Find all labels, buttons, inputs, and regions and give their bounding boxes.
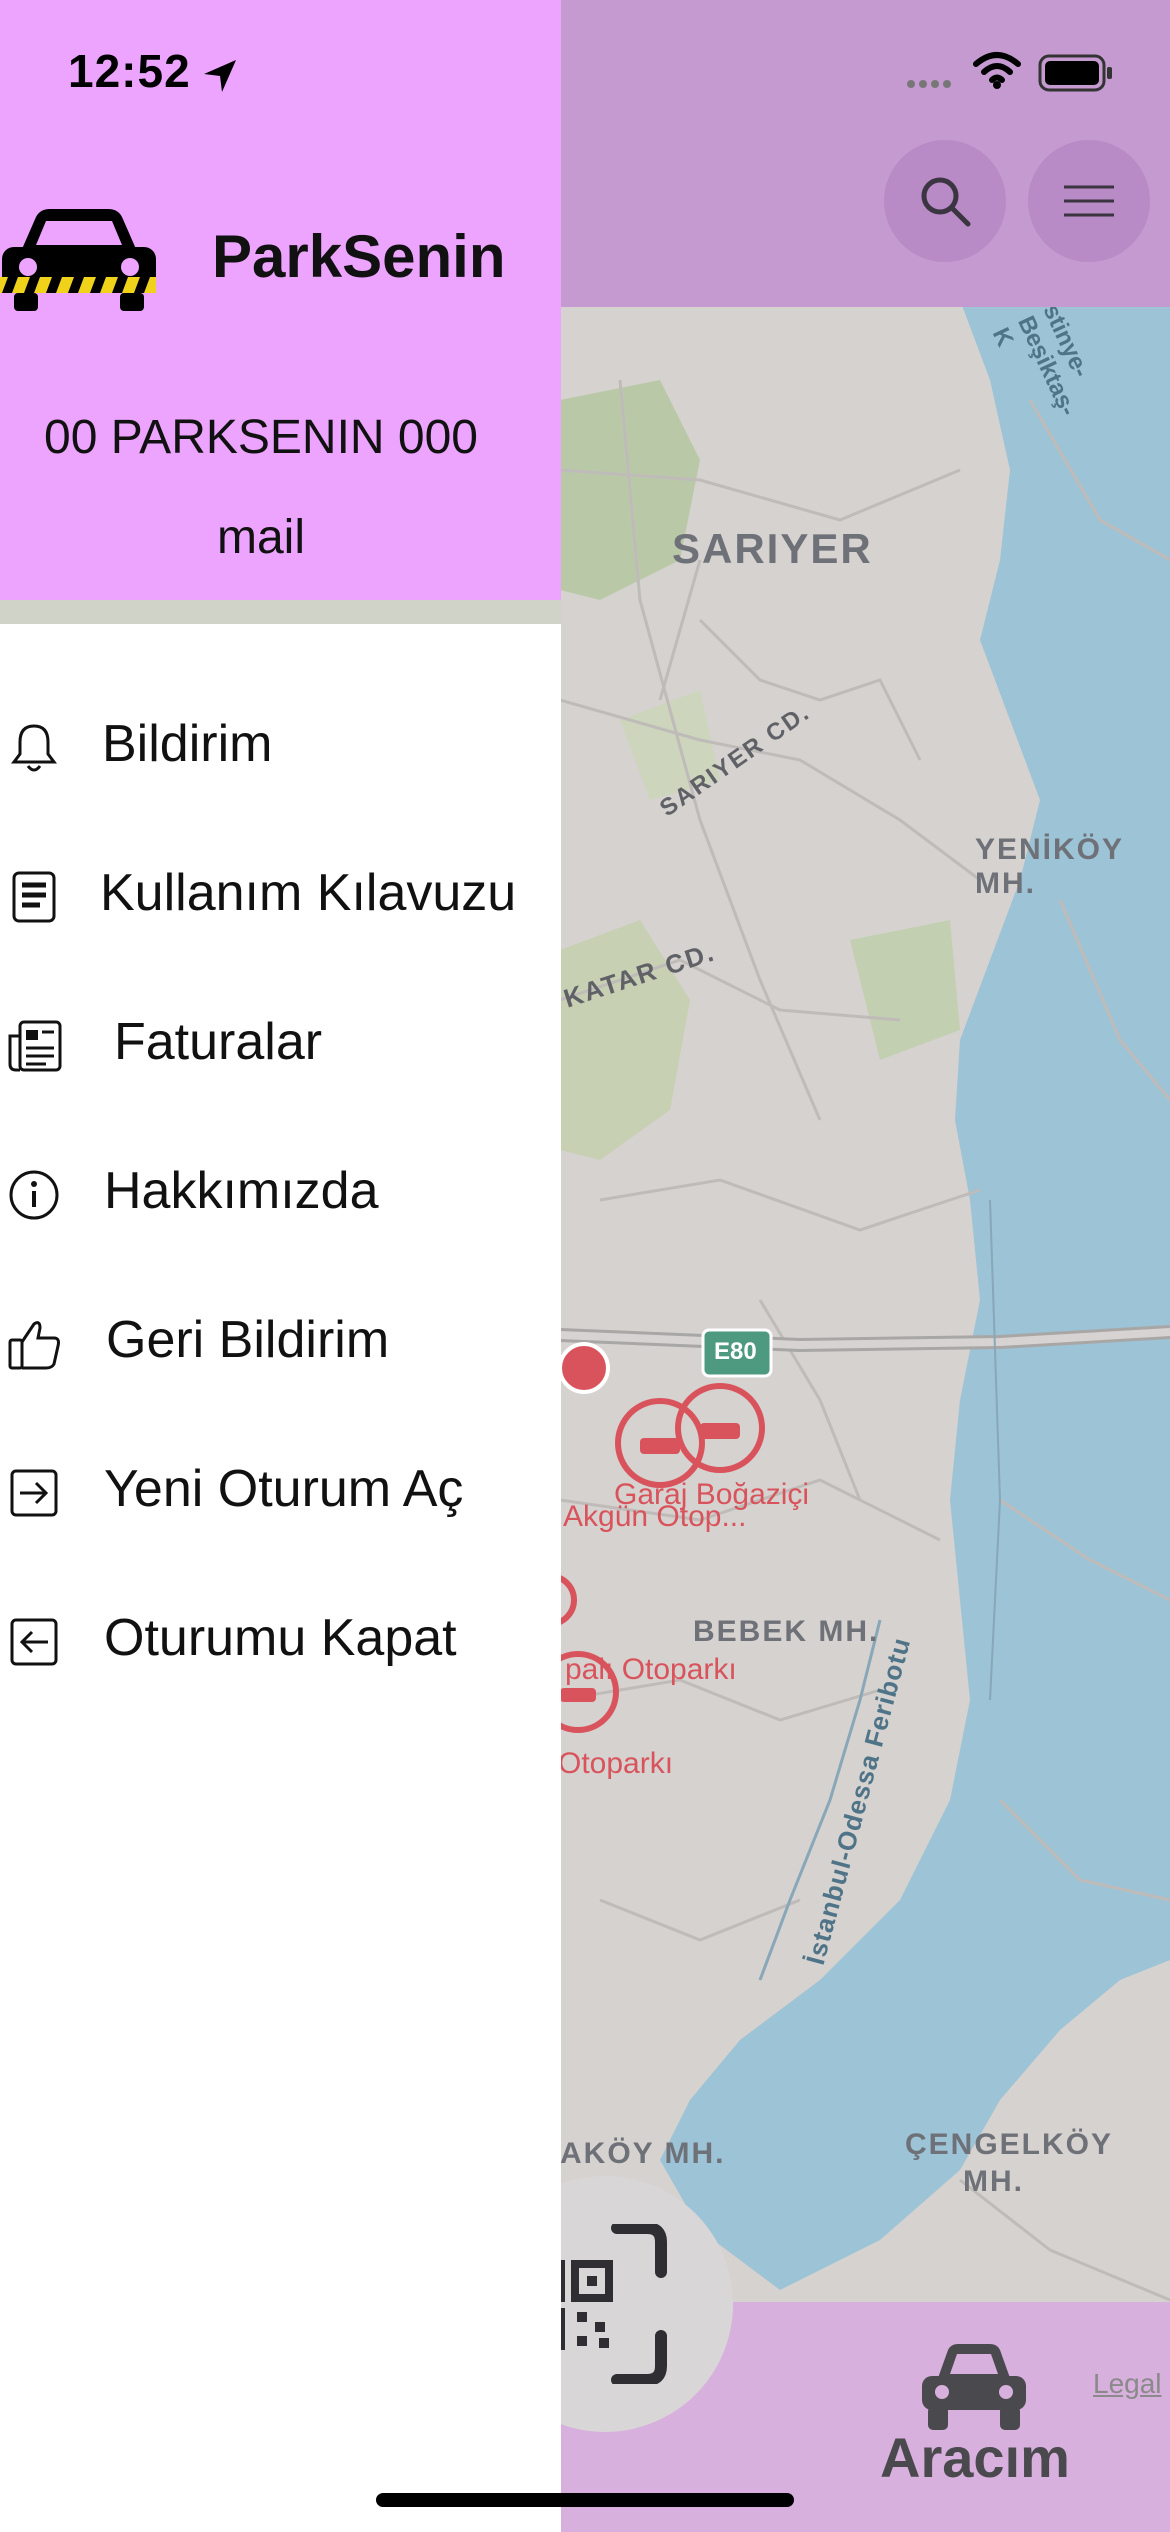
home-indicator xyxy=(376,2493,794,2507)
app-title: ParkSenin xyxy=(212,223,506,290)
cellular-signal-icon xyxy=(907,80,951,88)
user-name: 00 PARKSENIN 000 xyxy=(44,411,478,464)
location-marker[interactable] xyxy=(558,1342,610,1394)
legal-link[interactable]: Legal xyxy=(1093,2368,1162,2400)
menu-label: Oturumu Kapat xyxy=(104,1609,457,1667)
menu-label: Geri Bildirim xyxy=(106,1311,390,1369)
document-icon xyxy=(12,871,56,923)
e80-label: E80 xyxy=(714,1338,757,1365)
map-label: ÇENGELKÖY xyxy=(905,2128,1114,2161)
menu-label: Kullanım Kılavuzu xyxy=(100,864,517,922)
menu-label: Faturalar xyxy=(114,1013,323,1071)
menu-item-notifications[interactable]: Bildirim xyxy=(0,690,561,800)
map-label: SARIYER xyxy=(672,525,873,572)
menu-label: Bildirim xyxy=(102,715,273,773)
parking-label: Akgün Otop... xyxy=(563,1500,747,1533)
menu-item-login[interactable]: Yeni Oturum Aç xyxy=(0,1435,561,1545)
menu-label: Yeni Oturum Aç xyxy=(104,1460,464,1518)
drawer-header: 12:52 ParkSenin 00 PARKSENIN 000 mail xyxy=(0,0,561,600)
menu-item-logout[interactable]: Oturumu Kapat xyxy=(0,1584,561,1694)
location-arrow-icon xyxy=(204,60,236,92)
bell-icon xyxy=(11,724,57,772)
menu-item-about[interactable]: Hakkımızda xyxy=(0,1137,561,1247)
invoice-icon xyxy=(8,1020,62,1072)
login-icon xyxy=(10,1469,58,1517)
header-divider xyxy=(0,600,561,624)
menu-item-user-guide[interactable]: Kullanım Kılavuzu xyxy=(0,839,561,949)
car-icon xyxy=(922,2344,1026,2430)
menu-item-invoices[interactable]: Faturalar xyxy=(0,988,561,1098)
map-label: BEBEK MH. xyxy=(693,1615,880,1648)
map-label: MH. xyxy=(963,2165,1024,2198)
battery-icon xyxy=(1038,54,1112,92)
search-button[interactable] xyxy=(884,140,1006,262)
status-time: 12:52 xyxy=(68,45,191,97)
vehicle-tab[interactable]: Aracım xyxy=(860,2320,1100,2520)
map-label: AKÖY MH. xyxy=(560,2137,726,2170)
parking-label: Otoparkı xyxy=(558,1747,674,1780)
menu-item-feedback[interactable]: Geri Bildirim xyxy=(0,1286,561,1396)
logout-icon xyxy=(10,1618,58,1666)
map-label: YENİKÖY MH. xyxy=(975,833,1124,900)
parking-label: palı Otoparkı xyxy=(565,1653,737,1686)
info-icon xyxy=(9,1170,59,1220)
menu-label: Hakkımızda xyxy=(104,1162,379,1220)
thumbs-up-icon xyxy=(8,1321,60,1370)
vehicle-tab-label: Aracım xyxy=(880,2426,1070,2489)
hamburger-icon xyxy=(1064,185,1114,217)
menu-button[interactable] xyxy=(1028,140,1150,262)
side-drawer: 12:52 ParkSenin 00 PARKSENIN 000 mail Bi… xyxy=(0,0,561,2532)
car-logo-icon xyxy=(0,209,156,311)
wifi-icon xyxy=(973,52,1021,89)
search-icon xyxy=(921,177,971,227)
user-email: mail xyxy=(216,511,305,564)
